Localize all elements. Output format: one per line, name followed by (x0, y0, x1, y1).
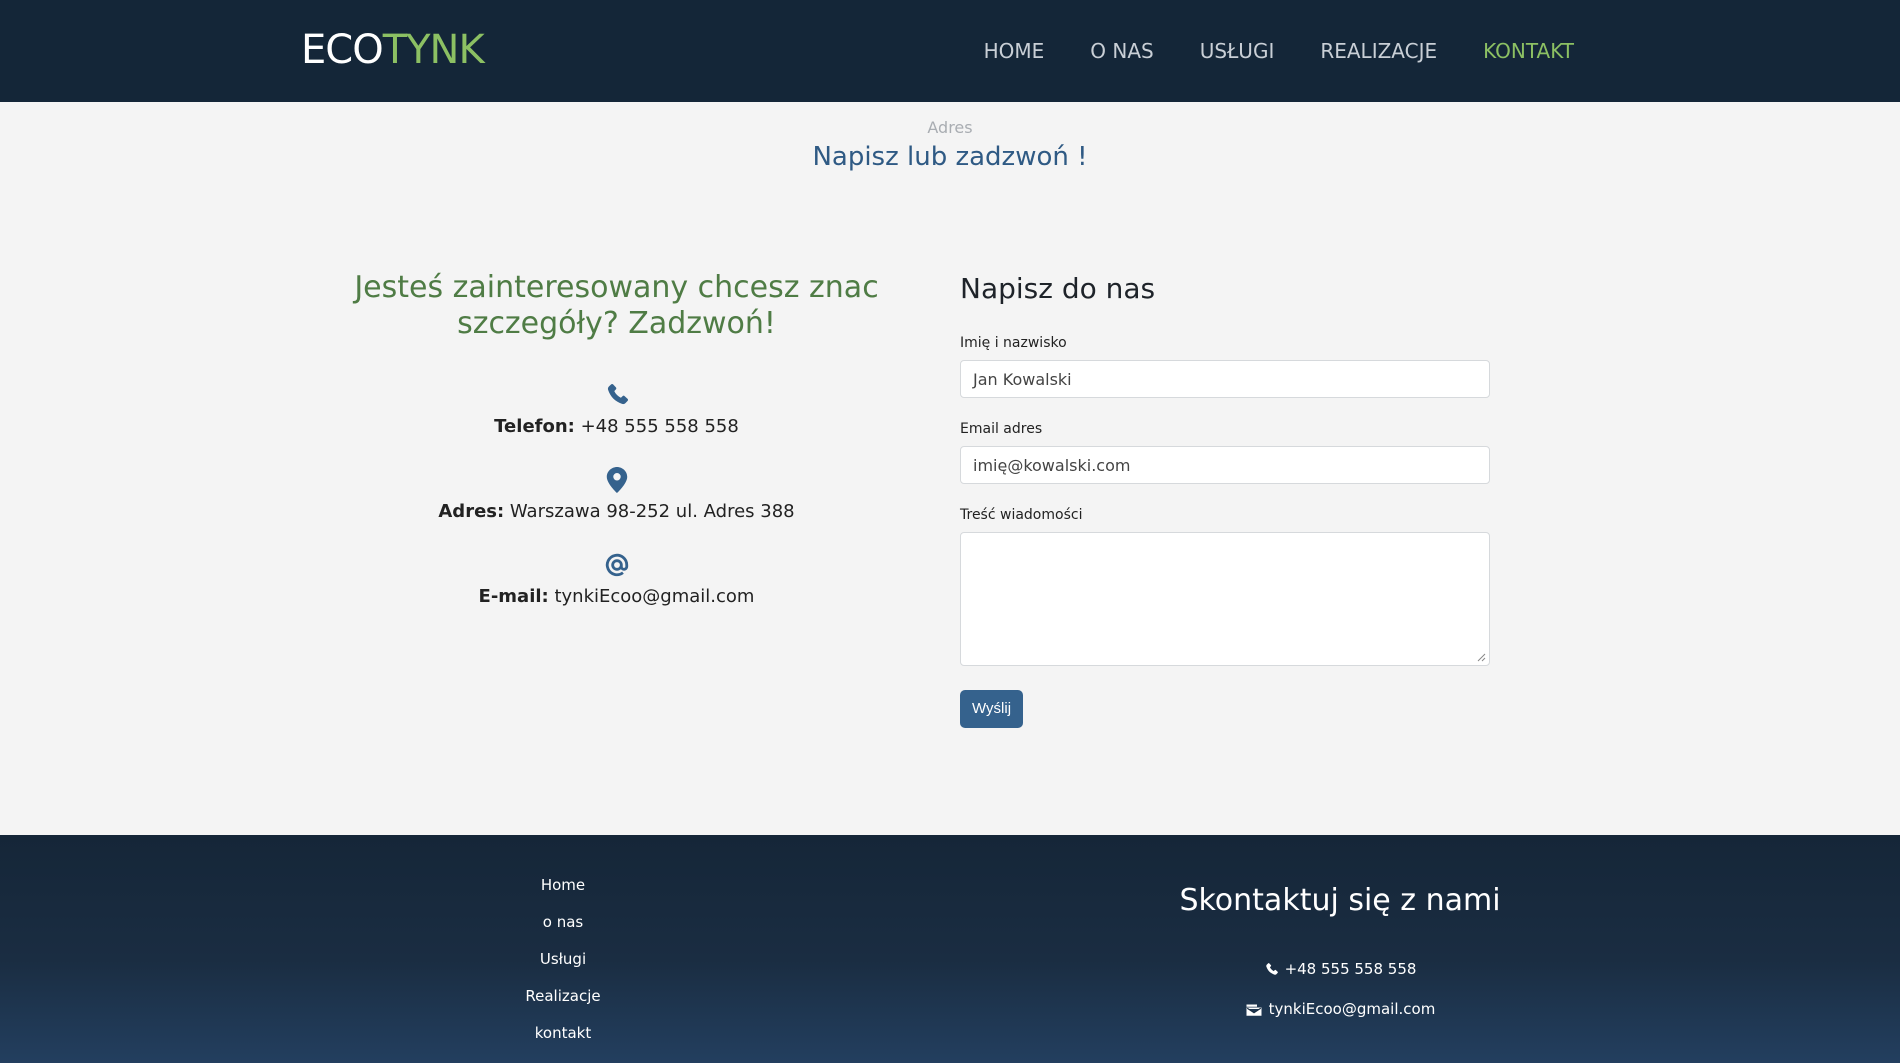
footer-contact: Skontaktuj się z nami +48 555 558 558 ty… (1175, 883, 1505, 1018)
footer-contact-title: Skontaktuj się z nami (1179, 883, 1501, 918)
footer-link-kontakt[interactable]: kontakt (463, 1015, 663, 1052)
address-value: Warszawa 98-252 ul. Adres 388 (504, 501, 795, 522)
location-pin-icon (606, 467, 627, 493)
contact-form: Napisz do nas Imię i nazwisko Jan Kowals… (960, 272, 1490, 728)
email-field[interactable]: imię@kowalski.com (960, 446, 1490, 484)
message-textarea[interactable] (960, 532, 1490, 666)
nav-o-nas[interactable]: O NAS (1090, 38, 1153, 64)
address-label: Adres: (438, 501, 505, 522)
name-field[interactable]: Jan Kowalski (960, 360, 1490, 398)
resize-grip-icon[interactable] (1476, 652, 1486, 662)
logo-part-tynk: TYNK (382, 27, 485, 73)
footer-phone[interactable]: +48 555 558 558 (1175, 960, 1505, 978)
footer-nav: Home o nas Usługi Realizacje kontakt (463, 867, 663, 1052)
footer-phone-text: +48 555 558 558 (1284, 960, 1417, 978)
footer-email-text: tynkiEcoo@gmail.com (1268, 1000, 1436, 1018)
name-field-label: Imię i nazwisko (960, 335, 1067, 351)
main-nav: HOME O NAS USŁUGI REALIZACJE KONTAKT (984, 38, 1574, 64)
nav-uslugi[interactable]: USŁUGI (1200, 38, 1275, 64)
phone-icon (607, 383, 628, 405)
footer-link-o-nas[interactable]: o nas (463, 904, 663, 941)
email-field-label: Email adres (960, 421, 1043, 437)
address-line: Adres: Warszawa 98-252 ul. Adres 388 (330, 501, 903, 522)
footer-link-uslugi[interactable]: Usługi (463, 941, 663, 978)
section-kicker: Adres (927, 118, 973, 137)
contact-info: Jesteś zainteresowany chcesz znac szczeg… (330, 270, 903, 607)
form-title: Napisz do nas (960, 272, 1156, 305)
email-line: E-mail: tynkiEcoo@gmail.com (330, 586, 903, 607)
nav-kontakt[interactable]: KONTAKT (1483, 38, 1574, 64)
message-field-label: Treść wiadomości (960, 507, 1083, 523)
page-title: Napisz lub zadzwoń ! (812, 142, 1088, 172)
site-header: ECOTYNK HOME O NAS USŁUGI REALIZACJE KON… (0, 0, 1900, 102)
submit-button[interactable]: Wyślij (960, 690, 1024, 728)
phone-value: +48 555 558 558 (574, 416, 739, 437)
site-footer: Home o nas Usługi Realizacje kontakt Sko… (0, 835, 1900, 1063)
name-field-placeholder: Jan Kowalski (973, 369, 1072, 389)
nav-realizacje[interactable]: REALIZACJE (1320, 38, 1437, 64)
at-sign-icon (605, 553, 628, 577)
phone-icon (1265, 962, 1278, 975)
logo[interactable]: ECOTYNK (301, 27, 485, 73)
contact-address: Adres: Warszawa 98-252 ul. Adres 388 (330, 467, 903, 522)
email-value[interactable]: tynkiEcoo@gmail.com (549, 586, 754, 607)
email-field-placeholder: imię@kowalski.com (973, 455, 1131, 475)
contact-email: E-mail: tynkiEcoo@gmail.com (330, 552, 903, 607)
phone-line: Telefon: +48 555 558 558 (330, 416, 903, 437)
logo-part-eco: ECO (301, 27, 384, 73)
contact-heading: Jesteś zainteresowany chcesz znac szczeg… (354, 270, 879, 341)
footer-link-realizacje[interactable]: Realizacje (463, 978, 663, 1015)
footer-email[interactable]: tynkiEcoo@gmail.com (1175, 1000, 1505, 1018)
footer-link-home[interactable]: Home (463, 867, 663, 904)
contact-phone: Telefon: +48 555 558 558 (330, 382, 903, 437)
phone-label: Telefon: (494, 416, 575, 437)
mail-icon (1246, 1004, 1262, 1016)
email-label: E-mail: (478, 586, 549, 607)
nav-home[interactable]: HOME (984, 38, 1045, 64)
